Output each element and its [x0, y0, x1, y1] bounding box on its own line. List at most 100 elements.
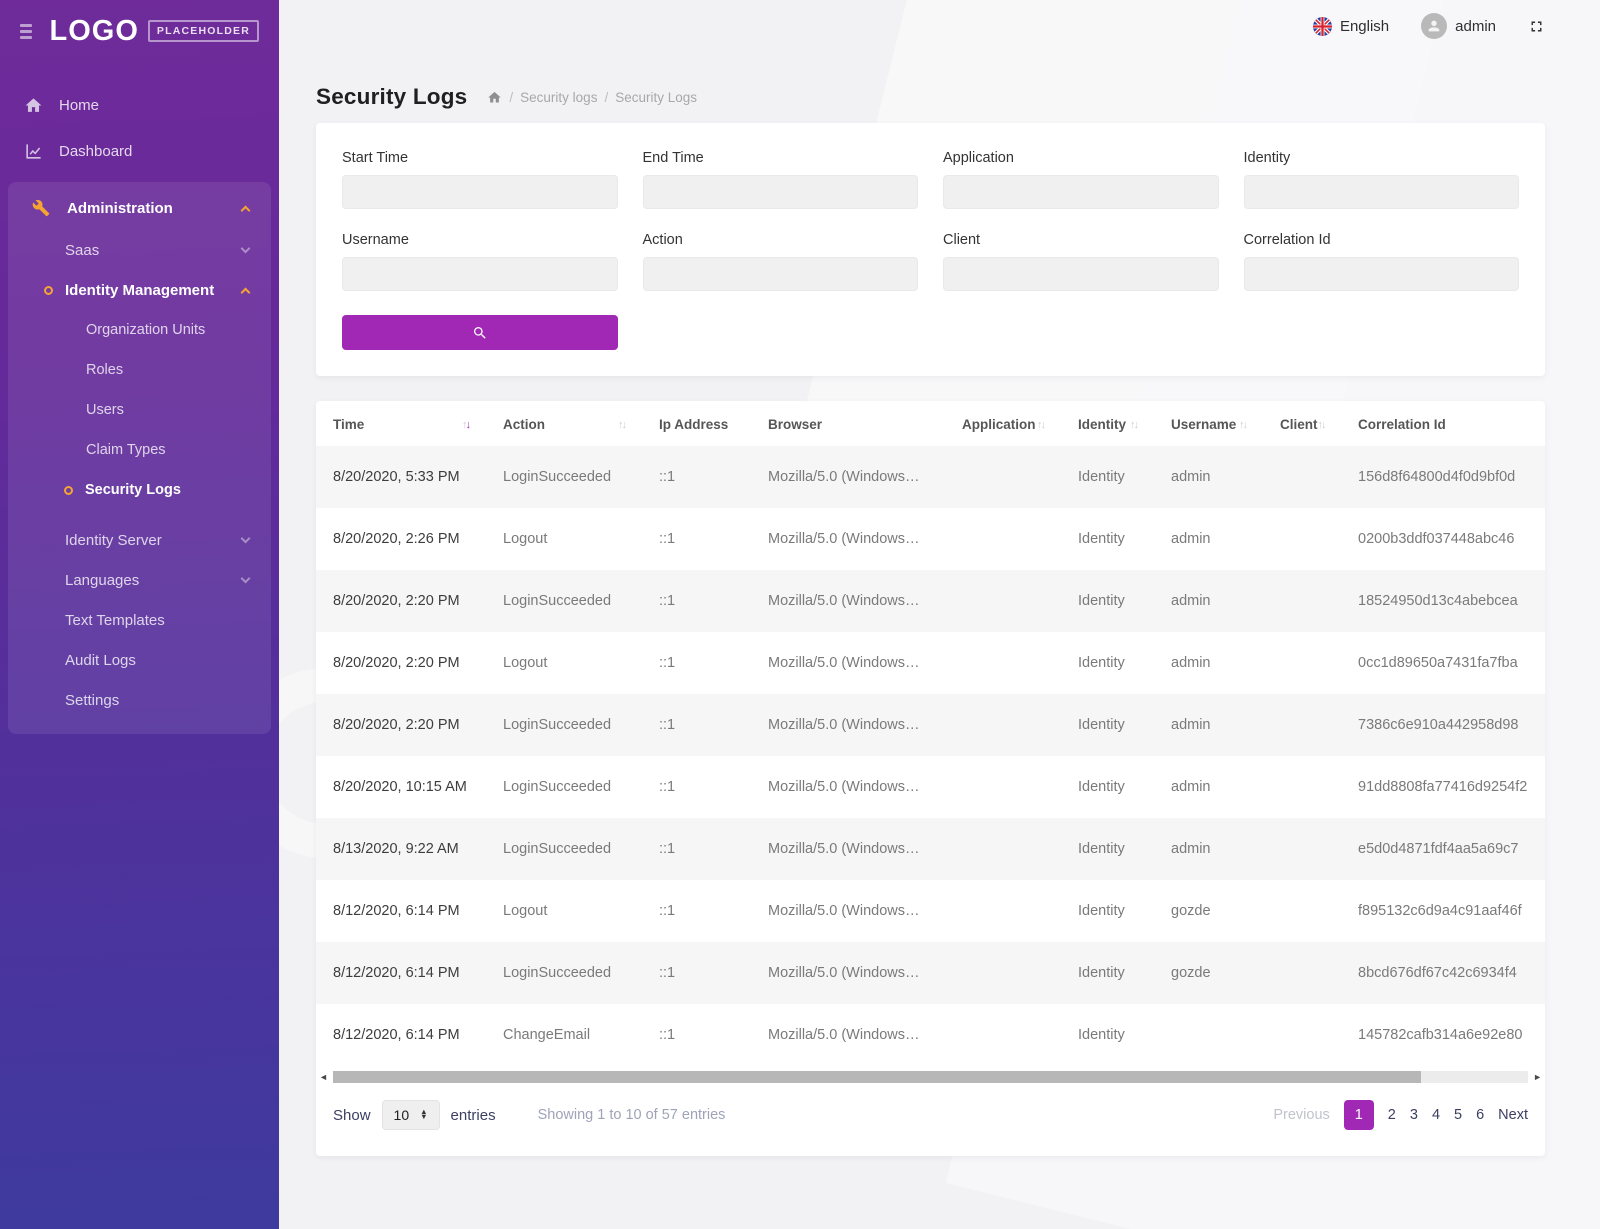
filter-field-end-time: End Time	[643, 150, 919, 209]
sidebar-item-label: Audit Logs	[65, 652, 136, 669]
sidebar-item-languages[interactable]: Languages	[8, 560, 271, 600]
chevron-up-icon	[241, 288, 251, 298]
cell-browser: Mozilla/5.0 (Windows…	[751, 508, 945, 570]
page-button-5[interactable]: 5	[1454, 1107, 1462, 1123]
cell-ip: ::1	[642, 570, 751, 632]
sidebar-item-label: Roles	[86, 362, 123, 378]
breadcrumb-home-icon[interactable]	[487, 90, 502, 105]
application-label: Application	[943, 150, 1219, 166]
sidebar-item-security-logs[interactable]: Security Logs	[8, 470, 271, 510]
cell-time: 8/20/2020, 5:33 PM	[316, 446, 486, 508]
correlation-id-input[interactable]	[1244, 257, 1520, 291]
pagination: Previous 1 2 3 4 5 6 Next	[1273, 1100, 1528, 1130]
cell-username: admin	[1154, 570, 1263, 632]
scroll-right-icon[interactable]: ►	[1533, 1073, 1542, 1082]
sidebar-item-label: Text Templates	[65, 612, 165, 629]
topbar: English admin	[316, 0, 1545, 52]
cell-application	[945, 632, 1061, 694]
client-input[interactable]	[943, 257, 1219, 291]
sidebar-item-audit-logs[interactable]: Audit Logs	[8, 640, 271, 680]
cell-correlation-id: 156d8f64800d4f0d9bf0d	[1341, 446, 1545, 508]
cell-ip: ::1	[642, 942, 751, 1004]
previous-page-button[interactable]: Previous	[1273, 1107, 1329, 1123]
table-footer: Show 10 ▲ ▼ entries Showing 1 to 10 of 5…	[316, 1084, 1545, 1148]
sidebar-item-claim-types[interactable]: Claim Types	[8, 430, 271, 470]
logo[interactable]: LOGO	[49, 15, 138, 48]
identity-input[interactable]	[1244, 175, 1520, 209]
scroll-left-icon[interactable]: ◄	[319, 1073, 328, 1082]
scrollbar-thumb[interactable]	[333, 1071, 1421, 1083]
sidebar-item-settings[interactable]: Settings	[8, 680, 271, 720]
cell-application	[945, 942, 1061, 1004]
page-button-3[interactable]: 3	[1410, 1107, 1418, 1123]
page-button-4[interactable]: 4	[1432, 1107, 1440, 1123]
table-row: 8/12/2020, 6:14 PM ChangeEmail ::1 Mozil…	[316, 1004, 1545, 1066]
username-label: Username	[342, 232, 618, 248]
sidebar-item-identity-management[interactable]: Identity Management	[8, 270, 271, 310]
cell-identity: Identity	[1061, 880, 1154, 942]
cell-time: 8/12/2020, 6:14 PM	[316, 942, 486, 1004]
filter-field-action: Action	[643, 232, 919, 291]
table-row: 8/20/2020, 5:33 PM LoginSucceeded ::1 Mo…	[316, 446, 1545, 508]
cell-action: Logout	[486, 508, 642, 570]
sidebar-item-users[interactable]: Users	[8, 390, 271, 430]
scrollbar-track[interactable]	[333, 1071, 1528, 1083]
column-header-identity[interactable]: Identity↑↓	[1061, 401, 1154, 446]
cell-application	[945, 1004, 1061, 1066]
breadcrumb-item-section[interactable]: Security logs	[520, 90, 597, 105]
entries-label: entries	[451, 1107, 496, 1124]
end-time-label: End Time	[643, 150, 919, 166]
column-header-client[interactable]: Client↑↓	[1263, 401, 1341, 446]
sidebar-item-label: Administration	[67, 200, 173, 217]
page-button-1[interactable]: 1	[1344, 1100, 1374, 1130]
sidebar-item-administration[interactable]: Administration	[8, 186, 271, 230]
language-selector[interactable]: English	[1313, 17, 1389, 36]
cell-username: gozde	[1154, 942, 1263, 1004]
column-header-username[interactable]: Username↑↓	[1154, 401, 1263, 446]
cell-username: admin	[1154, 818, 1263, 880]
sidebar-item-roles[interactable]: Roles	[8, 350, 271, 390]
application-input[interactable]	[943, 175, 1219, 209]
sidebar-item-text-templates[interactable]: Text Templates	[8, 600, 271, 640]
filter-field-identity: Identity	[1244, 150, 1520, 209]
fullscreen-button[interactable]	[1528, 18, 1545, 35]
username-input[interactable]	[342, 257, 618, 291]
start-time-input[interactable]	[342, 175, 618, 209]
cell-time: 8/20/2020, 2:20 PM	[316, 632, 486, 694]
cell-action: LoginSucceeded	[486, 756, 642, 818]
next-page-button[interactable]: Next	[1498, 1107, 1528, 1123]
cell-correlation-id: 0200b3ddf037448abc46	[1341, 508, 1545, 570]
breadcrumb: / Security logs / Security Logs	[487, 90, 697, 105]
chevron-down-icon	[241, 573, 251, 583]
home-icon	[22, 96, 44, 115]
sidebar-item-home[interactable]: Home	[0, 82, 279, 128]
search-button[interactable]	[342, 315, 618, 350]
cell-time: 8/20/2020, 10:15 AM	[316, 756, 486, 818]
action-input[interactable]	[643, 257, 919, 291]
cell-identity: Identity	[1061, 446, 1154, 508]
column-header-application[interactable]: Application↑↓	[945, 401, 1061, 446]
page-button-6[interactable]: 6	[1476, 1107, 1484, 1123]
page-button-2[interactable]: 2	[1388, 1107, 1396, 1123]
user-menu[interactable]: admin	[1421, 13, 1496, 39]
cell-correlation-id: 0cc1d89650a7431fa7fba	[1341, 632, 1545, 694]
column-header-time[interactable]: Time↑↓	[316, 401, 486, 446]
stepper-icon: ▲ ▼	[420, 1110, 427, 1119]
cell-client	[1263, 694, 1341, 756]
cell-client	[1263, 1004, 1341, 1066]
column-header-action[interactable]: Action↑↓	[486, 401, 642, 446]
sidebar-item-identity-server[interactable]: Identity Server	[8, 520, 271, 560]
sidebar-item-dashboard[interactable]: Dashboard	[0, 128, 279, 174]
stepper-down-icon: ▼	[420, 1115, 427, 1120]
menu-toggle-icon[interactable]	[20, 24, 32, 39]
sidebar-item-label: Security Logs	[85, 482, 181, 498]
cell-browser: Mozilla/5.0 (Windows…	[751, 632, 945, 694]
action-label: Action	[643, 232, 919, 248]
cell-action: ChangeEmail	[486, 1004, 642, 1066]
end-time-input[interactable]	[643, 175, 919, 209]
page-size-select[interactable]: 10 ▲ ▼	[382, 1100, 440, 1130]
sidebar-item-organization-units[interactable]: Organization Units	[8, 310, 271, 350]
bullet-ring-icon	[44, 286, 53, 295]
cell-application	[945, 818, 1061, 880]
sidebar-item-saas[interactable]: Saas	[8, 230, 271, 270]
